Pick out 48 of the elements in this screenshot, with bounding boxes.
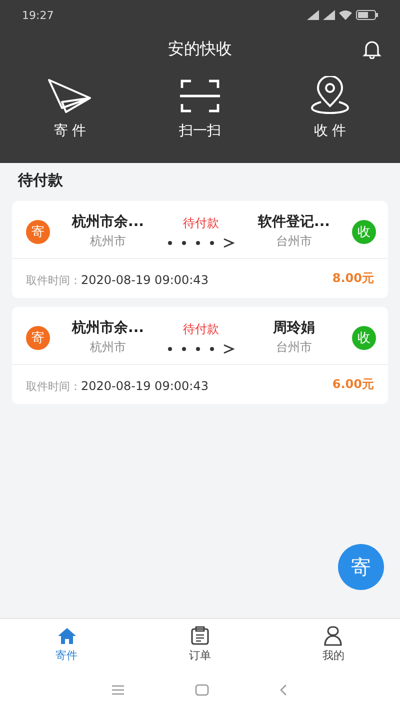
sender-badge: 寄 (26, 220, 50, 244)
signal-icon (307, 10, 319, 20)
sender-city: 杭州市 (90, 339, 126, 356)
receiver-name: 软件登记... (258, 213, 330, 231)
receiver-name: 周玲娟 (273, 319, 315, 337)
menu-icon[interactable] (111, 685, 125, 695)
signal-icon (323, 10, 335, 20)
bell-icon[interactable] (362, 39, 382, 59)
pickup-time: 2020-08-19 09:00:43 (81, 379, 208, 393)
tab-label: 我的 (322, 648, 344, 663)
paper-plane-icon[interactable] (46, 76, 94, 116)
receiver-badge: 收 (352, 220, 376, 244)
section-title: 待付款 (16, 170, 64, 191)
dotted-arrow-icon (166, 344, 236, 354)
back-icon[interactable] (279, 684, 289, 696)
sender-city: 杭州市 (90, 233, 126, 250)
order-card[interactable]: 寄 杭州市余... 杭州市 待付款 周玲娟 台州市 收 取件时间：2020-08-19 09:00:43 6.00元 (12, 307, 388, 404)
clock-time: 19:27 (22, 8, 54, 22)
time-label: 取件时间： (26, 380, 81, 393)
price: 8.00元 (332, 270, 374, 287)
dotted-arrow-icon (166, 238, 236, 248)
tab-label: 寄件 (56, 648, 78, 663)
receiver-badge: 收 (352, 326, 376, 350)
tab-item[interactable]: 寄件 (0, 619, 134, 669)
home-square-icon[interactable] (195, 684, 209, 696)
app-title: 安的快收 (168, 38, 232, 60)
tab-item[interactable]: 订单 (133, 619, 267, 669)
battery-icon (356, 10, 378, 20)
action-label[interactable]: 寄 件 (54, 122, 86, 140)
user-icon (322, 625, 344, 646)
order-card[interactable]: 寄 杭州市余... 杭州市 待付款 软件登记... 台州市 收 取件时间：2020-08-19 09:00:43 8.00元 (12, 201, 388, 298)
home-icon (56, 625, 78, 646)
receiver-city: 台州市 (276, 233, 312, 250)
action-label[interactable]: 收 件 (314, 122, 346, 140)
sender-name: 杭州市余... (72, 319, 144, 337)
sender-name: 杭州市余... (72, 213, 144, 231)
wifi-icon (339, 10, 352, 20)
tab-label: 订单 (188, 648, 211, 663)
sender-badge: 寄 (26, 326, 50, 350)
price: 6.00元 (332, 376, 374, 393)
action-label[interactable]: 扫一扫 (179, 122, 221, 140)
time-label: 取件时间： (26, 274, 81, 287)
tab-item[interactable]: 我的 (266, 619, 400, 669)
order-status: 待付款 (183, 215, 219, 232)
clipboard-icon (188, 625, 211, 646)
order-status: 待付款 (183, 321, 219, 338)
pickup-time: 2020-08-19 09:00:43 (81, 273, 208, 287)
receiver-city: 台州市 (276, 339, 312, 356)
